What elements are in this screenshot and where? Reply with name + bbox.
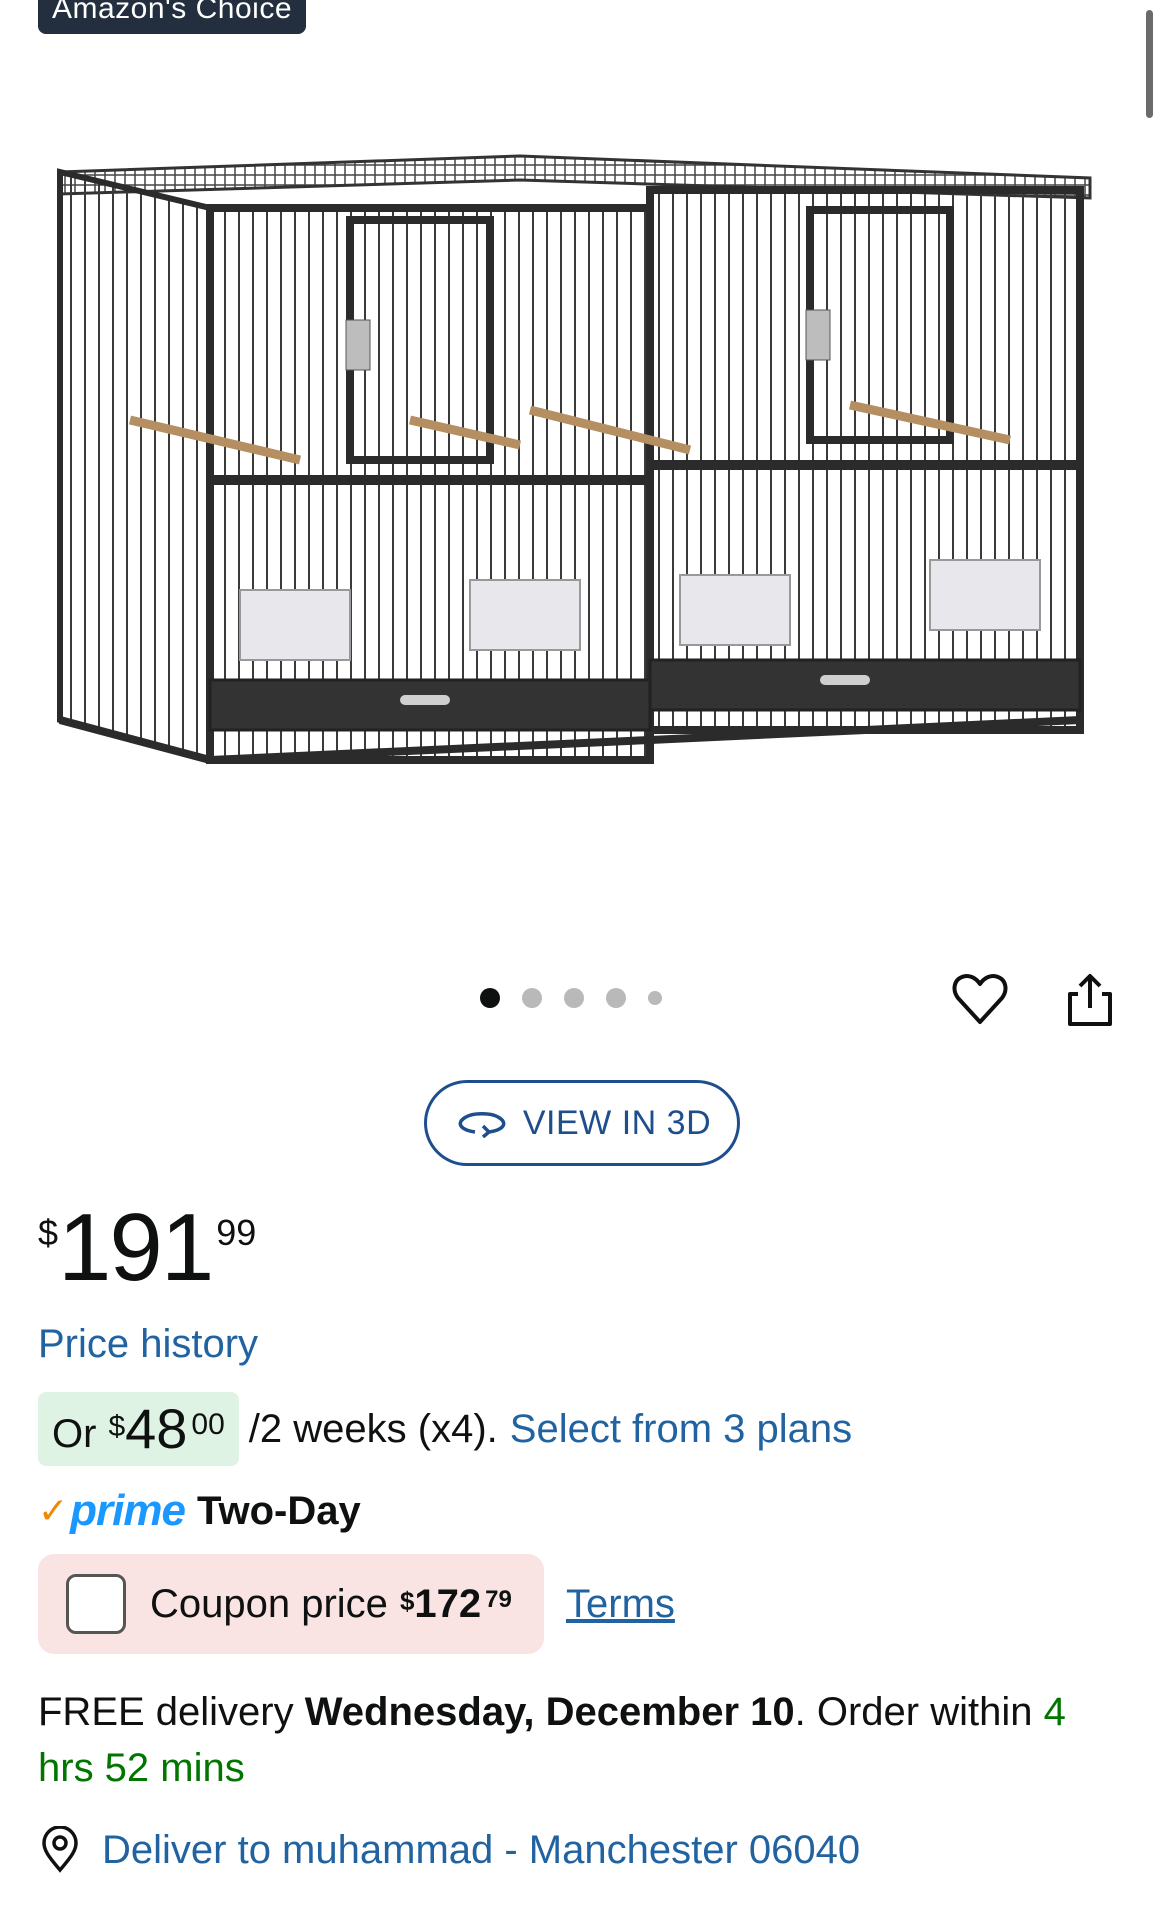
coupon-whole: 172 [414, 1581, 482, 1626]
prime-badge: ✓ prime Two-Day [38, 1486, 361, 1536]
delivery-prefix: FREE delivery [38, 1690, 294, 1734]
carousel-dot[interactable] [648, 991, 662, 1005]
delivery-middle: . Order within [794, 1690, 1033, 1734]
coupon-terms-link[interactable]: Terms [566, 1582, 675, 1627]
product-price: $ 191 99 [38, 1200, 256, 1296]
scroll-indicator[interactable] [1146, 10, 1153, 118]
coupon-fraction: 79 [485, 1585, 512, 1613]
price-history-link[interactable]: Price history [38, 1322, 258, 1367]
price-fraction: 99 [216, 1212, 257, 1253]
installment-offer: Or $ 48 00 /2 weeks (x4). Select from 3 … [38, 1392, 852, 1466]
image-carousel-dots[interactable] [480, 988, 662, 1008]
coupon-checkbox[interactable] [66, 1574, 126, 1634]
prime-logo: prime [70, 1486, 186, 1535]
installment-prefix: Or [52, 1412, 97, 1456]
coupon-label: Coupon price [150, 1581, 388, 1626]
installment-terms: /2 weeks (x4). [248, 1406, 498, 1451]
heart-icon[interactable] [950, 970, 1010, 1030]
delivery-info: FREE delivery Wednesday, December 10. Or… [38, 1684, 1118, 1796]
installment-price-pill: Or $ 48 00 [38, 1392, 239, 1466]
carousel-dot[interactable] [606, 988, 626, 1008]
carousel-dot[interactable] [522, 988, 542, 1008]
coupon-currency: $ [399, 1585, 415, 1616]
coupon-text: Coupon price $ 172 79 [150, 1582, 512, 1627]
installment-currency: $ [108, 1410, 126, 1443]
deliver-to-link[interactable]: Deliver to muhammad - Manchester 06040 [38, 1826, 860, 1874]
delivery-date: Wednesday, December 10 [304, 1690, 795, 1734]
select-plans-link[interactable]: Select from 3 plans [510, 1407, 852, 1452]
prime-shipping-label: Two-Day [197, 1488, 361, 1533]
deliver-to-label: Deliver to muhammad - Manchester 06040 [102, 1827, 861, 1872]
installment-fraction: 00 [191, 1408, 225, 1441]
price-whole: 191 [58, 1194, 214, 1301]
product-image[interactable] [50, 120, 1110, 820]
carousel-dot[interactable] [564, 988, 584, 1008]
location-pin-icon [42, 1826, 78, 1873]
coupon-box[interactable]: Coupon price $ 172 79 [38, 1554, 544, 1654]
view-in-3d-label: VIEW IN 3D [522, 1103, 712, 1142]
installment-whole: 48 [125, 1397, 188, 1460]
view-in-3d-button[interactable]: VIEW IN 3D [424, 1080, 740, 1166]
price-currency: $ [38, 1212, 59, 1253]
share-icon[interactable] [1060, 970, 1120, 1030]
carousel-dot[interactable] [480, 988, 500, 1008]
prime-check-icon: ✓ [38, 1490, 69, 1531]
rotate-3d-icon [458, 1112, 506, 1138]
amazons-choice-badge: Amazon's Choice [38, 0, 306, 34]
product-page: Amazon's Choice VIEW IN 3D $ 191 99 Pric… [0, 0, 1168, 1920]
